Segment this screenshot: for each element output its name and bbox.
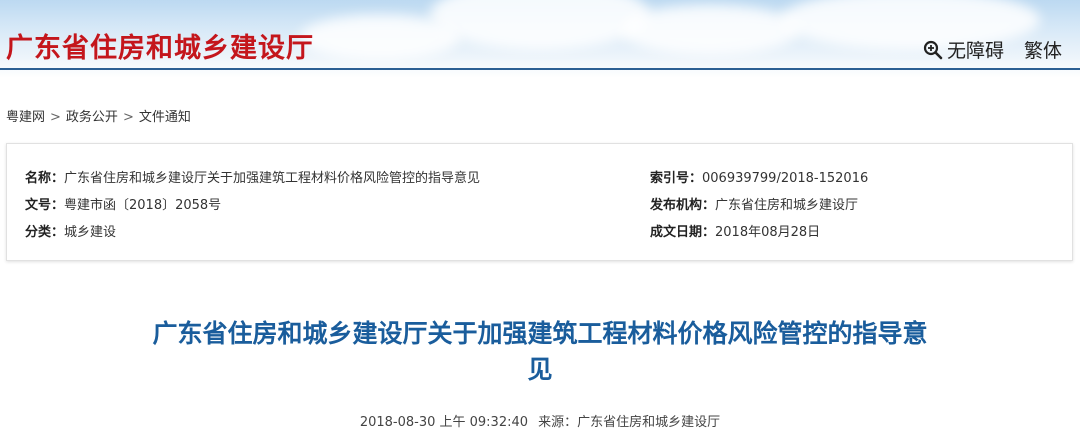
article-source-value: 广东省住房和城乡建设厅 (577, 415, 721, 430)
article-title-line2: 见 (527, 355, 553, 384)
breadcrumb: 粤建网 > 政务公开 > 文件通知 (6, 106, 191, 125)
cloud-decoration (430, 0, 650, 50)
meta-publisher-row: 发布机构：广东省住房和城乡建设厅 (650, 194, 858, 213)
meta-index-value: 006939799/2018-152016 (702, 171, 869, 186)
meta-publisher-value: 广东省住房和城乡建设厅 (715, 198, 859, 213)
meta-date-row: 成文日期：2018年08月28日 (650, 221, 820, 240)
header-divider (0, 68, 1080, 70)
meta-index-row: 索引号：006939799/2018-152016 (650, 167, 868, 186)
traditional-chinese-button[interactable]: 繁体 (1024, 36, 1062, 63)
meta-category-label: 分类： (25, 225, 65, 240)
meta-date-label: 成文日期： (650, 225, 716, 240)
accessibility-button[interactable]: 无障碍 (923, 36, 1004, 63)
breadcrumb-separator: > (122, 110, 134, 125)
breadcrumb-documents-link[interactable]: 文件通知 (139, 110, 191, 125)
meta-publisher-label: 发布机构： (650, 198, 716, 213)
accessibility-label: 无障碍 (946, 40, 1004, 62)
cloud-decoration (300, 15, 460, 60)
article-source-label: 来源： (538, 415, 578, 430)
magnifier-icon (923, 40, 943, 59)
header-tools: 无障碍 繁体 (923, 36, 1062, 63)
article-title: 广东省住房和城乡建设厅关于加强建筑工程材料价格风险管控的指导意 见 (100, 316, 980, 388)
meta-name-value: 广东省住房和城乡建设厅关于加强建筑工程材料价格风险管控的指导意见 (64, 171, 481, 186)
meta-index-label: 索引号： (650, 171, 703, 186)
document-meta-panel: 名称：广东省住房和城乡建设厅关于加强建筑工程材料价格风险管控的指导意见 文号：粤… (6, 143, 1073, 261)
meta-name-row: 名称：广东省住房和城乡建设厅关于加强建筑工程材料价格风险管控的指导意见 (25, 167, 480, 186)
site-header: 广东省住房和城乡建设厅 无障碍 繁体 (0, 0, 1080, 78)
meta-docno-label: 文号： (25, 198, 65, 213)
cloud-decoration (620, 5, 800, 55)
site-logo-title[interactable]: 广东省住房和城乡建设厅 (6, 26, 314, 65)
breadcrumb-separator: > (50, 110, 61, 125)
meta-docno-row: 文号：粤建市函〔2018〕2058号 (25, 194, 221, 213)
meta-category-value: 城乡建设 (64, 225, 117, 240)
traditional-label: 繁体 (1023, 40, 1062, 62)
breadcrumb-gov-affairs-link[interactable]: 政务公开 (66, 110, 118, 125)
breadcrumb-home-link[interactable]: 粤建网 (6, 110, 45, 125)
meta-date-value: 2018年08月28日 (715, 225, 821, 240)
meta-name-label: 名称： (25, 171, 65, 186)
meta-category-row: 分类：城乡建设 (25, 221, 116, 240)
article-title-line1: 广东省住房和城乡建设厅关于加强建筑工程材料价格风险管控的指导意 (152, 319, 928, 348)
article-meta: 2018-08-30 上午 09:32:40 来源：广东省住房和城乡建设厅 (0, 411, 1080, 430)
meta-docno-value: 粤建市函〔2018〕2058号 (64, 198, 222, 213)
article-datetime: 2018-08-30 上午 09:32:40 (359, 415, 529, 430)
